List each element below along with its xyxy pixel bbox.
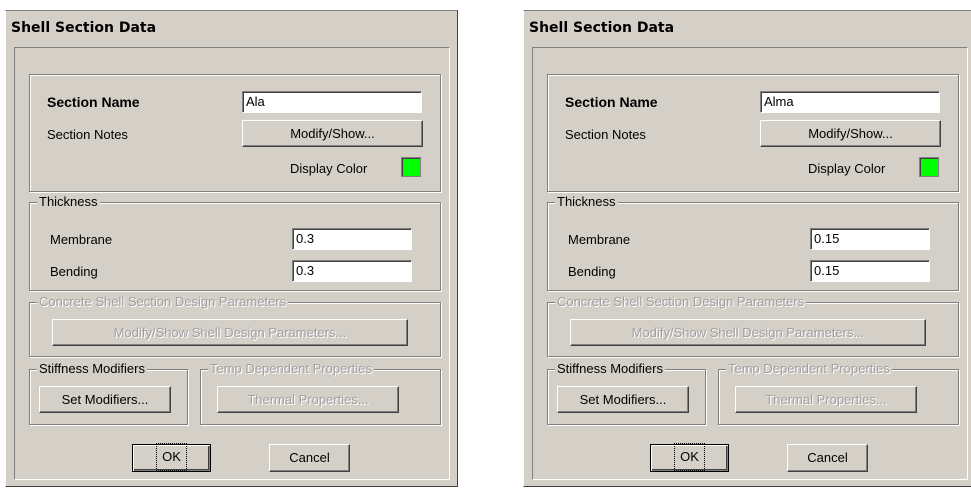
bending-label: Bending (568, 264, 616, 279)
thermal-properties-button[interactable]: Thermal Properties... (735, 386, 917, 413)
section-name-label: Section Name (47, 94, 140, 110)
temp-dependent-group: Temp Dependent Properties Thermal Proper… (718, 361, 959, 425)
membrane-label: Membrane (50, 232, 113, 247)
display-color-label: Display Color (290, 161, 368, 176)
section-name-input[interactable]: Ala (242, 91, 422, 113)
concrete-design-group: Concrete Shell Section Design Parameters… (29, 294, 441, 357)
stiffness-modifiers-group: Stiffness Modifiers Set Modifiers... (29, 361, 188, 425)
concrete-design-legend: Concrete Shell Section Design Parameters (555, 294, 807, 309)
set-modifiers-button[interactable]: Set Modifiers... (39, 386, 171, 413)
temp-dependent-group: Temp Dependent Properties Thermal Proper… (200, 361, 441, 425)
ok-button[interactable]: OK (132, 443, 211, 472)
set-modifiers-button[interactable]: Set Modifiers... (557, 386, 689, 413)
dialog-body: Section Name Ala Section Notes Modify/Sh… (14, 47, 450, 480)
ok-button[interactable]: OK (650, 443, 729, 472)
thermal-properties-button[interactable]: Thermal Properties... (217, 386, 399, 413)
modify-show-button[interactable]: Modify/Show... (760, 120, 941, 147)
section-notes-label: Section Notes (47, 127, 128, 142)
section-notes-label: Section Notes (565, 127, 646, 142)
thickness-group: Thickness Membrane 0.15 Bending 0.15 (547, 194, 959, 291)
dialog-title: Shell Section Data (11, 20, 157, 36)
bending-label: Bending (50, 264, 98, 279)
concrete-design-group: Concrete Shell Section Design Parameters… (547, 294, 959, 357)
shell-section-dialog-ala: Shell Section Data Section Name Ala Sect… (5, 10, 458, 487)
stiffness-modifiers-group: Stiffness Modifiers Set Modifiers... (547, 361, 706, 425)
membrane-input[interactable]: 0.15 (810, 228, 930, 250)
thickness-legend: Thickness (555, 194, 618, 209)
membrane-input[interactable]: 0.3 (292, 228, 412, 250)
dialog-titlebar[interactable]: Shell Section Data (6, 11, 457, 47)
temp-dependent-legend: Temp Dependent Properties (726, 361, 892, 376)
section-group: Section Name Alma Section Notes Modify/S… (547, 74, 959, 192)
shell-section-dialog-alma: Shell Section Data Section Name Alma Sec… (523, 10, 971, 487)
stiffness-modifiers-legend: Stiffness Modifiers (37, 361, 147, 376)
dialog-title: Shell Section Data (529, 20, 675, 36)
membrane-label: Membrane (568, 232, 631, 247)
section-group: Section Name Ala Section Notes Modify/Sh… (29, 74, 441, 192)
section-name-label: Section Name (565, 94, 658, 110)
cancel-button[interactable]: Cancel (787, 444, 868, 472)
concrete-design-legend: Concrete Shell Section Design Parameters (37, 294, 289, 309)
display-color-swatch[interactable] (919, 157, 939, 177)
cancel-button[interactable]: Cancel (269, 444, 350, 472)
bending-input[interactable]: 0.15 (810, 260, 930, 282)
display-color-label: Display Color (808, 161, 886, 176)
display-color-swatch[interactable] (401, 157, 421, 177)
section-name-input[interactable]: Alma (760, 91, 940, 113)
thickness-legend: Thickness (37, 194, 100, 209)
thickness-group: Thickness Membrane 0.3 Bending 0.3 (29, 194, 441, 291)
modify-design-params-button[interactable]: Modify/Show Shell Design Parameters... (570, 319, 926, 346)
dialog-body: Section Name Alma Section Notes Modify/S… (532, 47, 968, 480)
bending-input[interactable]: 0.3 (292, 260, 412, 282)
stiffness-modifiers-legend: Stiffness Modifiers (555, 361, 665, 376)
modify-show-button[interactable]: Modify/Show... (242, 120, 423, 147)
temp-dependent-legend: Temp Dependent Properties (208, 361, 374, 376)
modify-design-params-button[interactable]: Modify/Show Shell Design Parameters... (52, 319, 408, 346)
dialog-titlebar[interactable]: Shell Section Data (524, 11, 971, 47)
